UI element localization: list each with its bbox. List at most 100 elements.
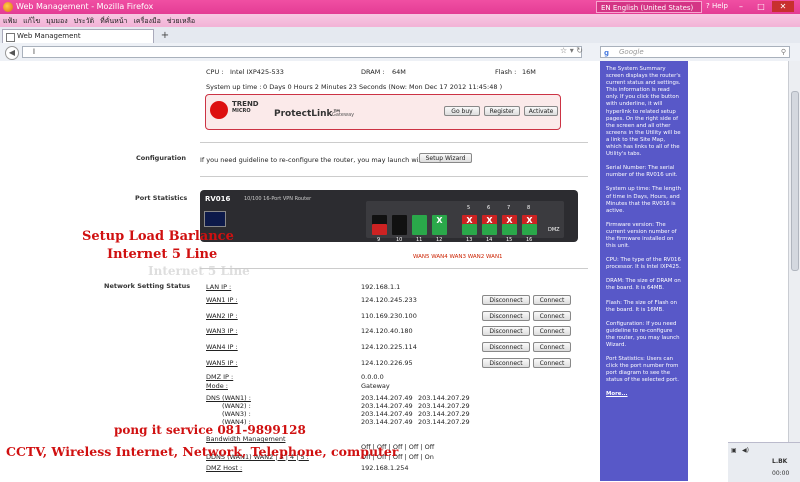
minimize-icon[interactable]: – [732,1,750,12]
port-wan3[interactable] [502,224,517,235]
help-button[interactable]: ? Help [706,2,728,10]
url-bar[interactable]: l [22,46,582,58]
network-status-label: Network Setting Status [104,282,191,290]
search-icon[interactable]: ⚲ [781,47,786,58]
volume-icon[interactable]: ◀) [742,447,749,454]
router-port-diagram: RV016 10/100 16-Port VPN Router X X X X … [200,190,578,243]
port-number: 13 [466,237,473,243]
mode-label[interactable]: Mode : [206,382,228,390]
overlay-cctv-services: CCTV, Wireless Internet, Network, Teleph… [6,444,399,459]
wan3-disconnect-button[interactable]: Disconnect [482,326,530,336]
lan-ip-label[interactable]: LAN IP : [206,283,231,291]
wan1-ip-label[interactable]: WAN1 IP : [206,296,238,304]
port-9[interactable] [372,224,387,235]
cpu-label: CPU : [206,68,224,76]
help-firmware: Firmware version: The current version nu… [606,221,677,250]
dram-value: 64M [392,68,406,76]
wan4-ip-label[interactable]: WAN4 IP : [206,343,238,351]
wan1-disconnect-button[interactable]: Disconnect [482,295,530,305]
go-buy-button[interactable]: Go buy [444,106,480,116]
search-field[interactable]: g Google ⚲ [600,46,790,58]
help-port-statistics: Port Statistics: Users can click the por… [606,356,679,384]
scrollbar-thumb[interactable] [791,91,799,271]
wan3-ip-label[interactable]: WAN3 IP : [206,327,238,335]
wan5-ip-label[interactable]: WAN5 IP : [206,359,238,367]
port-wan4[interactable] [482,224,497,235]
overlay-setup-load-balance: Setup Load Barlance [82,229,234,244]
help-dram: DRAM: The size of DRAM on the board. It … [606,278,681,292]
trend-micro-logo-icon [210,101,228,119]
star-icon[interactable]: ☆ [560,46,567,55]
system-tray: ▣ ◀) L.BK 00:00 [728,442,800,482]
wan2-disconnect-button[interactable]: Disconnect [482,311,530,321]
network-icon[interactable]: ▣ [731,447,737,454]
new-tab-button[interactable]: + [158,30,172,42]
help-panel: The System Summary screen displays the r… [600,61,688,481]
title-bar: Web Management - Mozilla Firefox EN Engl… [0,0,800,14]
linksys-logo-icon [204,211,226,227]
menu-bar: แฟ้ม แก้ไข มุมมอง ประวัติ ที่คั่นหน้า เครื่อง… [0,14,800,27]
port-number: 14 [486,237,493,243]
dns-wan3-primary: 203.144.207.49 [361,410,413,418]
dns-wan2-primary: 203.144.207.49 [361,402,413,410]
flash-value: 16M [522,68,536,76]
wan2-ip-label[interactable]: WAN2 IP : [206,312,238,320]
port-statistics-label: Port Statistics [135,194,188,202]
port-11[interactable] [412,224,427,235]
help-icon: ? [706,2,710,10]
wan5-connect-button[interactable]: Connect [533,358,571,368]
wan2-connect-button[interactable]: Connect [533,311,571,321]
dns-wan4-secondary: 203.144.207.29 [418,418,470,426]
more-link[interactable]: More... [606,391,628,397]
activate-button[interactable]: Activate [524,106,558,116]
overlay-ghost-text: Internet 5 Line [148,264,250,278]
port-wan5[interactable] [462,224,477,235]
dns-wan1-label[interactable]: DNS (WAN1) : [206,394,251,402]
dmz-label: DMZ [548,227,560,233]
mode-value: Gateway [361,382,390,390]
dmz-ip-label[interactable]: DMZ IP : [206,373,233,381]
port-10[interactable] [392,224,407,235]
dns-wan3-label: (WAN3) : [222,410,251,418]
url-actions: ☆ ▾ ↻ [560,46,583,55]
wan4-disconnect-button[interactable]: Disconnect [482,342,530,352]
dmz-host-value: 192.168.1.254 [361,464,409,472]
dram-label: DRAM : [361,68,385,76]
wan3-ip-value: 124.120.40.180 [361,327,413,335]
protectlink-gateway: Gateway [332,112,355,118]
lan-ip-value: 192.168.1.1 [361,283,401,291]
wan2-ip-value: 110.169.230.100 [361,312,417,320]
page-content: CPU : Intel IXP425-533 DRAM : 64M Flash … [0,61,800,481]
dropdown-icon[interactable]: ▾ [570,46,574,55]
maximize-icon[interactable]: □ [752,1,770,12]
tray-text-b: 00:00 [772,470,790,477]
search-placeholder: Google [619,48,644,56]
tab-bar: Web Management + [0,27,800,44]
wan5-disconnect-button[interactable]: Disconnect [482,358,530,368]
page-icon [6,33,15,42]
reload-icon[interactable]: ↻ [576,46,583,55]
port-number: 8 [527,205,531,211]
help-uptime: System up time: The length of time in Da… [606,186,681,214]
dns-wan2-label: (WAN2) : [222,402,251,410]
language-indicator[interactable]: EN English (United States) [596,1,702,13]
tab-web-management[interactable]: Web Management [2,29,154,43]
wan-labels: WAN5 WAN4 WAN3 WAN2 WAN1 [413,254,503,260]
back-icon[interactable]: ◀ [5,46,19,60]
dmz-host-label[interactable]: DMZ Host : [206,464,242,472]
wan3-connect-button[interactable]: Connect [533,326,571,336]
cpu-value: Intel IXP425-533 [230,68,284,76]
vertical-scrollbar[interactable] [788,61,800,481]
close-icon[interactable]: ✕ [772,1,794,12]
dns-wan1-secondary: 203.144.207.29 [418,394,470,402]
wan4-connect-button[interactable]: Connect [533,342,571,352]
port-12[interactable] [432,224,447,235]
wan4-ip-value: 124.120.225.114 [361,343,417,351]
port-number: 12 [436,237,443,243]
setup-wizard-button[interactable]: Setup Wizard [419,153,472,163]
port-wan2[interactable] [522,224,537,235]
trend-micro-panel: TREND MICRO ProtectLink™ Gateway Go buy … [205,94,561,130]
trend-sub: MICRO [232,108,251,114]
register-button[interactable]: Register [484,106,520,116]
wan1-connect-button[interactable]: Connect [533,295,571,305]
